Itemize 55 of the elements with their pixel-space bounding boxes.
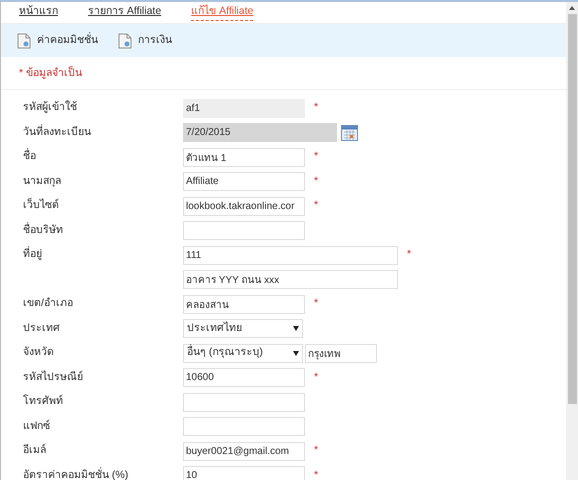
field-label: ประเทศ <box>22 320 61 336</box>
input-field[interactable]: ตัวแทน 1 <box>183 148 305 167</box>
input-field[interactable] <box>183 221 305 240</box>
required-mark: * <box>314 443 318 458</box>
input-field[interactable]: lookbook.takraonline.cor <box>183 196 305 216</box>
input-field[interactable]: buyer0021@gmail.com <box>183 442 305 461</box>
required-mark: * <box>314 100 318 116</box>
field-label: ชื่อ <box>22 149 37 164</box>
calendar-icon[interactable] <box>341 124 358 141</box>
required-mark: * <box>314 370 318 385</box>
input-field[interactable] <box>183 417 305 436</box>
field-label: อัตราค่าคอมมิชชั่น (%) <box>22 468 130 480</box>
input-field[interactable] <box>183 392 305 412</box>
toolbar-button[interactable]: ค่าคอมมิชชั่น <box>17 32 98 48</box>
dropdown[interactable]: อื่นๆ (กรุณาระบุ) <box>183 344 303 363</box>
scrollbar-thumb[interactable] <box>568 14 576 404</box>
caret-icon <box>293 350 299 356</box>
required-mark: * <box>314 149 318 164</box>
scrollbar[interactable] <box>566 2 578 480</box>
input-field[interactable]: 10 <box>183 466 305 480</box>
input-field[interactable]: อาคาร YYY ถนน xxx <box>183 270 398 290</box>
required-mark: * <box>314 174 318 189</box>
input-field[interactable]: คลองสาน <box>183 294 305 314</box>
required-note: * ข้อมูลจำเป็น <box>1 57 566 90</box>
scroll-up-arrow-icon[interactable] <box>569 6 575 10</box>
dropdown[interactable]: ประเทศไทย <box>183 319 303 338</box>
input-field[interactable]: 10600 <box>183 368 305 388</box>
field-label: โทรศัพท์ <box>22 394 64 410</box>
field-label: รหัสไปรษณีย์ <box>22 370 84 385</box>
required-mark: * <box>314 198 318 214</box>
field-label: วันที่ลงทะเบียน <box>22 124 92 140</box>
field-label: ชื่อบริษัท <box>22 222 64 238</box>
field-label: ที่อยู่ <box>22 247 43 262</box>
input-field[interactable]: Affiliate <box>183 172 305 192</box>
field-label: อีเมล์ <box>22 443 47 458</box>
caret-icon <box>293 326 299 332</box>
field-label: รหัสผู้เข้าใช้ <box>22 100 78 116</box>
required-mark: * <box>407 247 412 262</box>
field-label: จังหวัด <box>22 345 55 360</box>
field-label: นามสกุล <box>22 174 62 189</box>
input-field[interactable]: กรุงเทพ <box>305 344 377 363</box>
required-mark: * <box>314 296 318 312</box>
field-label: แฟกซ์ <box>22 418 51 434</box>
field-label: เว็บไซต์ <box>22 198 60 214</box>
field-label: เขต/อำเภอ <box>22 296 74 312</box>
required-mark: * <box>314 468 318 480</box>
date-field[interactable]: 7/20/2015 <box>183 123 337 142</box>
toolbar-button[interactable]: การเงิน <box>118 32 172 48</box>
input-field[interactable]: 111 <box>183 246 398 265</box>
breadcrumb-link[interactable]: แก้ไข Affiliate <box>191 4 254 22</box>
document-icon <box>17 32 31 48</box>
input-field[interactable]: af1 <box>183 98 305 118</box>
breadcrumb-link[interactable]: รายการ Affiliate <box>88 4 162 21</box>
breadcrumb-link[interactable]: หน้าแรก <box>19 4 58 21</box>
document-icon <box>118 32 132 48</box>
